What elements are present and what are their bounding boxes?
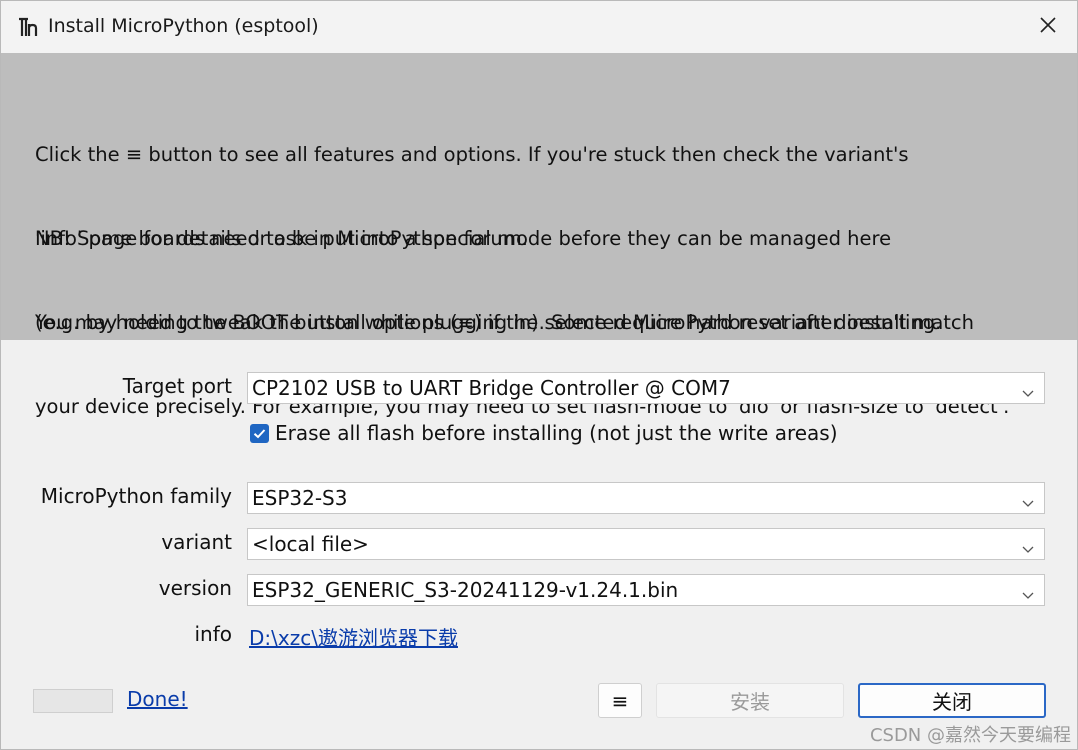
version-label: version (158, 576, 232, 600)
family-label: MicroPython family (40, 484, 232, 508)
checkmark-icon (250, 428, 269, 447)
target-port-select[interactable]: CP2102 USB to UART Bridge Controller @ C… (247, 372, 1045, 404)
family-value: ESP32-S3 (252, 486, 348, 510)
target-port-label: Target port (122, 374, 232, 398)
window-close-button[interactable] (1027, 9, 1069, 45)
erase-flash-checkbox[interactable] (250, 424, 269, 443)
title-bar: Install MicroPython (esptool) (1, 1, 1077, 53)
target-port-value: CP2102 USB to UART Bridge Controller @ C… (252, 376, 731, 400)
chevron-down-icon (1022, 383, 1034, 397)
family-select[interactable]: ESP32-S3 (247, 482, 1045, 514)
variant-value: <local file> (252, 532, 369, 556)
close-icon (1040, 17, 1056, 37)
info-line: Click the ≡ button to see all features a… (35, 143, 909, 166)
install-micropython-dialog: Install MicroPython (esptool) Click the … (0, 0, 1078, 750)
info-label: info (194, 622, 232, 646)
variant-select[interactable]: <local file> (247, 528, 1045, 560)
chevron-down-icon (1022, 585, 1034, 599)
info-path-link[interactable]: D:\xzc\遨游浏览器下载 (249, 622, 458, 651)
close-button[interactable]: 关闭 (858, 683, 1046, 718)
chevron-down-icon (1022, 493, 1034, 507)
version-select[interactable]: ESP32_GENERIC_S3-20241129-v1.24.1.bin (247, 574, 1045, 606)
erase-flash-label[interactable]: Erase all flash before installing (not j… (275, 421, 838, 445)
info-panel: Click the ≡ button to see all features a… (1, 53, 1077, 418)
thonny-icon (17, 16, 41, 40)
window-title: Install MicroPython (esptool) (48, 15, 319, 37)
info-line: You may need to tweak the install option… (35, 311, 975, 334)
chevron-down-icon (1022, 539, 1034, 553)
watermark: CSDN @嘉然今天要编程 (869, 725, 1071, 746)
install-button[interactable]: 安装 (656, 683, 844, 718)
variant-label: variant (161, 530, 232, 554)
done-link[interactable]: Done! (127, 687, 188, 711)
info-line: NB! Some boards need to be put into a sp… (35, 227, 892, 250)
options-menu-button[interactable]: ≡ (598, 683, 642, 718)
progress-indicator (33, 689, 113, 713)
version-value: ESP32_GENERIC_S3-20241129-v1.24.1.bin (252, 578, 679, 602)
